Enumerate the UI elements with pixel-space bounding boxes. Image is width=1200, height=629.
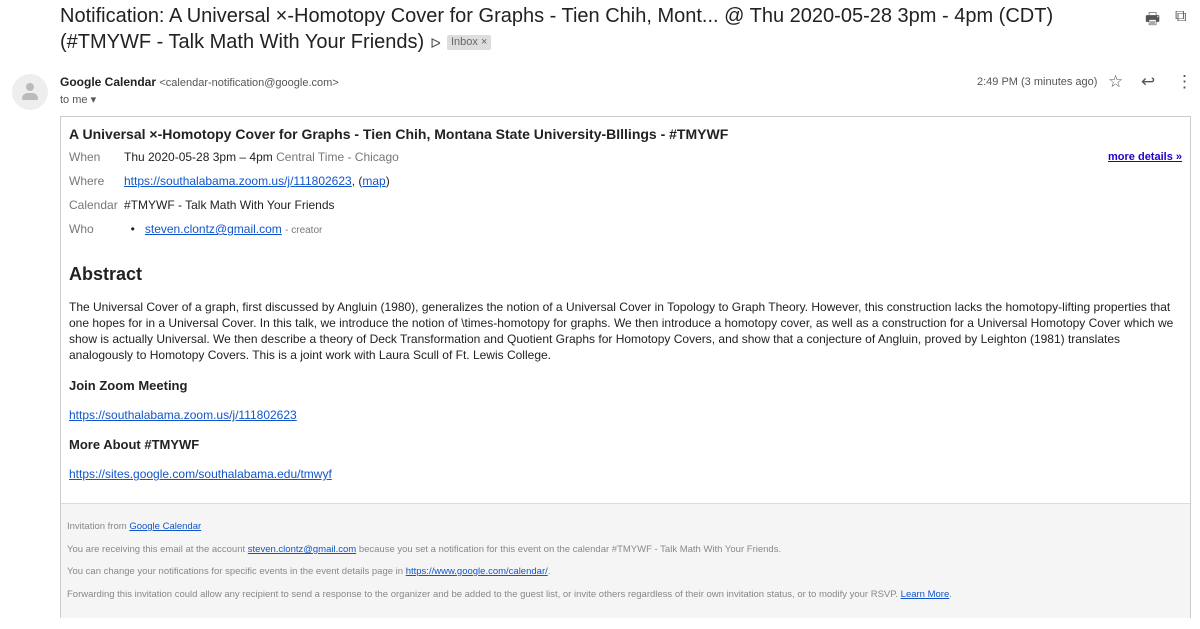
- subject-text: Notification: A Universal ×-Homotopy Cov…: [60, 5, 1054, 53]
- recipients-toggle[interactable]: to me ▾: [60, 93, 96, 106]
- where-link[interactable]: https://southalabama.zoom.us/j/111802623: [124, 174, 352, 188]
- abstract-heading: Abstract: [69, 264, 143, 284]
- calendar-label: Calendar: [69, 198, 118, 212]
- abstract-text: The Universal Cover of a graph, first di…: [69, 300, 1174, 362]
- print-icon[interactable]: 🖶: [1145, 8, 1160, 35]
- remove-label-icon[interactable]: ×: [481, 36, 487, 48]
- where-row: Where https://southalabama.zoom.us/j/1118…: [69, 174, 390, 188]
- avatar: [12, 74, 48, 110]
- more-options-icon[interactable]: ⋮: [1176, 72, 1193, 92]
- footer-line-1: Invitation from Google Calendar: [67, 521, 202, 532]
- event-title: A Universal ×-Homotopy Cover for Graphs …: [69, 126, 729, 142]
- invitation-footer: Invitation from Google Calendar You are …: [61, 503, 1190, 618]
- timestamp: 2:49 PM (3 minutes ago): [977, 76, 1098, 88]
- account-email-link[interactable]: steven.clontz@gmail.com: [248, 544, 356, 555]
- footer-line-3: You can change your notifications for sp…: [67, 566, 551, 577]
- who-row: Who • steven.clontz@gmail.com - creator: [69, 222, 323, 236]
- sender: Google Calendar <calendar-notification@g…: [60, 75, 339, 89]
- sender-name[interactable]: Google Calendar: [60, 75, 156, 89]
- zoom-heading: Join Zoom Meeting: [69, 378, 188, 393]
- invitation-card: A Universal ×-Homotopy Cover for Graphs …: [60, 116, 1191, 618]
- recipients-text: to me: [60, 94, 88, 106]
- calendar-row: Calendar #TMYWF - Talk Math With Your Fri…: [69, 198, 1179, 212]
- map-link[interactable]: map: [362, 174, 385, 188]
- sender-email: <calendar-notification@google.com>: [159, 77, 339, 89]
- footer-line-2: You are receiving this email at the acco…: [67, 544, 782, 555]
- reply-icon[interactable]: ↩: [1141, 72, 1155, 92]
- importance-marker-icon[interactable]: ᐅ: [430, 35, 441, 51]
- more-heading: More About #TMYWF: [69, 437, 200, 452]
- footer-line-4: Forwarding this invitation could allow a…: [67, 589, 952, 600]
- chevron-down-icon: ▾: [90, 94, 97, 106]
- who-role: - creator: [285, 225, 323, 236]
- who-label: Who: [69, 222, 94, 236]
- when-row: When Thu 2020-05-28 3pm – 4pm Central Tim…: [69, 150, 1179, 164]
- where-label: Where: [69, 174, 105, 188]
- label-text: Inbox: [450, 36, 478, 48]
- learn-more-link[interactable]: Learn More: [901, 589, 950, 600]
- open-new-window-icon[interactable]: ⧉: [1175, 8, 1186, 26]
- google-calendar-link[interactable]: Google Calendar: [129, 521, 201, 532]
- timezone: Central Time - Chicago: [276, 150, 399, 164]
- more-link[interactable]: https://sites.google.com/southalabama.ed…: [69, 467, 332, 481]
- calendar-url-link[interactable]: https://www.google.com/calendar/: [406, 566, 548, 577]
- who-email-link[interactable]: steven.clontz@gmail.com: [145, 222, 282, 236]
- zoom-link[interactable]: https://southalabama.zoom.us/j/111802623: [69, 408, 297, 422]
- calendar-value: #TMYWF - Talk Math With Your Friends: [124, 198, 335, 212]
- inbox-label[interactable]: Inbox ×: [446, 35, 492, 50]
- when-label: When: [69, 150, 101, 164]
- when-value: Thu 2020-05-28 3pm – 4pm: [124, 150, 273, 164]
- star-icon[interactable]: ☆: [1108, 72, 1123, 92]
- email-subject: Notification: A Universal ×-Homotopy Cov…: [60, 3, 1130, 56]
